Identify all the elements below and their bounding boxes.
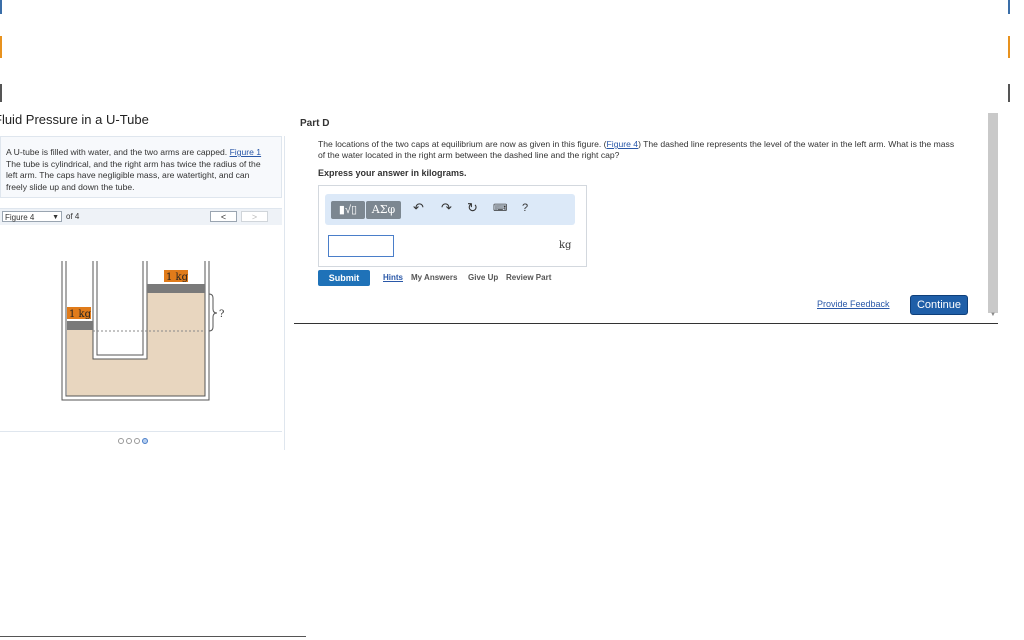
pagination-dots <box>0 431 282 451</box>
brace-icon <box>208 293 218 332</box>
submit-button[interactable]: Submit <box>318 270 370 286</box>
pagination-dot-3[interactable] <box>134 438 140 444</box>
unit-label: kg <box>559 240 572 251</box>
figure-area: 1 kg 1 kg ? <box>0 225 282 431</box>
question-figure-link[interactable]: Figure 4 <box>607 139 639 149</box>
right-panel: ▼ Part D The locations of the two caps a… <box>294 113 998 324</box>
scroll-down-icon[interactable]: ▼ <box>990 312 996 318</box>
right-cap-label: 1 kg <box>166 272 189 283</box>
left-cap <box>67 321 93 330</box>
left-cap-label: 1 kg <box>69 309 92 320</box>
answer-input[interactable] <box>328 235 394 257</box>
give-up-link[interactable]: Give Up <box>468 273 498 282</box>
chevron-right-icon: > <box>251 212 258 222</box>
keyboard-icon[interactable]: ⌨ <box>493 203 507 214</box>
my-answers-link[interactable]: My Answers <box>411 273 457 282</box>
prev-figure-button[interactable]: < <box>210 211 237 222</box>
answer-box: ▮√▯ ΑΣφ ↶ ↷ ↻ ⌨ ? kg <box>318 185 587 267</box>
tube-inner-wall-inner-line <box>96 261 144 356</box>
figure-count: of 4 <box>66 212 80 221</box>
undo-icon[interactable]: ↶ <box>413 200 424 216</box>
edge-mark-right-top <box>1008 0 1010 14</box>
greek-symbols-button[interactable]: ΑΣφ <box>366 201 401 219</box>
edge-mark-right-orange <box>1008 36 1010 58</box>
reset-icon[interactable]: ↻ <box>467 200 478 216</box>
pagination-dot-2[interactable] <box>126 438 132 444</box>
bottom-divider <box>0 636 306 637</box>
right-cap <box>147 284 205 293</box>
edge-mark-left-orange <box>0 36 2 58</box>
question-text-before: The locations of the two caps at equilib… <box>318 139 607 149</box>
question-text: The locations of the two caps at equilib… <box>318 139 958 161</box>
water-bottom <box>67 359 205 396</box>
pagination-dot-1[interactable] <box>118 438 124 444</box>
intro-text-before: A U-tube is filled with water, and the t… <box>6 147 228 157</box>
tube-inner-wall <box>92 261 148 360</box>
continue-button[interactable]: Continue <box>910 295 968 315</box>
review-part-link[interactable]: Review Part <box>506 273 551 282</box>
pagination-dot-4[interactable] <box>142 438 148 444</box>
templates-button[interactable]: ▮√▯ <box>331 201 365 219</box>
figure-select[interactable]: Figure 4 ▼ <box>2 211 62 222</box>
figure-select-value: Figure 4 <box>5 213 35 222</box>
express-instruction: Express your answer in kilograms. <box>318 168 467 178</box>
chevron-left-icon: < <box>220 212 227 222</box>
part-title: Part D <box>300 118 330 129</box>
intro-text-after: The tube is cylindrical, and the right a… <box>6 158 261 192</box>
intro-box: A U-tube is filled with water, and the t… <box>0 136 282 198</box>
help-button[interactable]: ? <box>522 202 528 214</box>
redo-icon[interactable]: ↷ <box>441 200 452 216</box>
unknown-label: ? <box>219 309 224 320</box>
intro-figure-link[interactable]: Figure 1 <box>230 147 262 157</box>
provide-feedback-link[interactable]: Provide Feedback <box>817 299 890 309</box>
page-title: Fluid Pressure in a U-Tube <box>0 112 149 127</box>
edge-mark-left-top <box>0 0 2 14</box>
dropdown-arrow-icon: ▼ <box>52 214 59 221</box>
math-toolbar: ▮√▯ ΑΣφ ↶ ↷ ↻ ⌨ ? <box>325 194 575 225</box>
u-tube-figure: 1 kg 1 kg ? <box>61 261 224 401</box>
left-panel: A U-tube is filled with water, and the t… <box>0 136 285 450</box>
templates-icon: ▮√▯ <box>338 204 358 216</box>
edge-mark-right-bottom <box>1008 84 1010 102</box>
next-figure-button[interactable]: > <box>241 211 268 222</box>
edge-mark-left-bottom <box>0 84 2 102</box>
hints-link[interactable]: Hints <box>383 273 403 282</box>
scrollbar[interactable] <box>988 113 998 313</box>
